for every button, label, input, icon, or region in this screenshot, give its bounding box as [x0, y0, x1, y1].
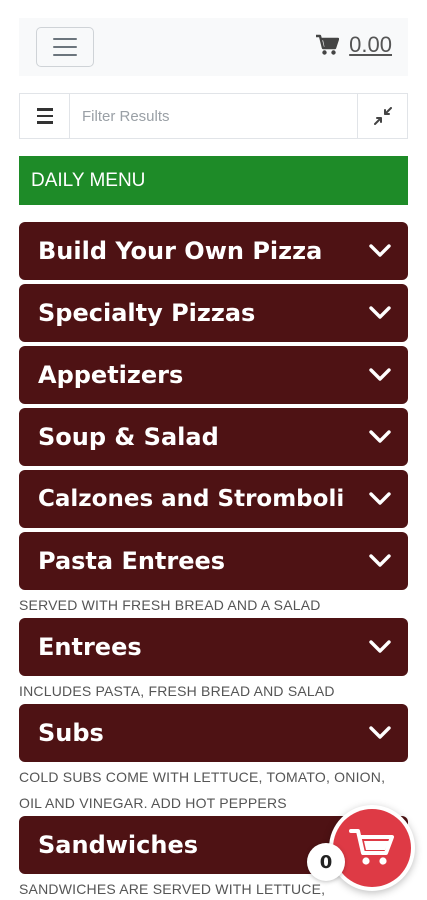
filter-results-input[interactable]	[70, 94, 357, 138]
category-label: Appetizers	[38, 361, 184, 389]
list-icon[interactable]	[20, 94, 70, 138]
category-appetizers[interactable]: Appetizers	[19, 346, 408, 404]
chevron-down-icon	[369, 368, 391, 381]
category-label: Calzones and Stromboli	[38, 486, 345, 512]
cart-total-amount: 0.00	[349, 32, 392, 57]
category-entrees[interactable]: Entrees	[19, 618, 408, 676]
collapse-icon	[373, 107, 392, 125]
category-pasta-entrees[interactable]: Pasta Entrees	[19, 532, 408, 590]
chevron-down-icon	[369, 492, 391, 505]
category-soup-salad[interactable]: Soup & Salad	[19, 408, 408, 466]
floating-cart-circle	[333, 809, 411, 887]
category-label: Pasta Entrees	[38, 547, 226, 575]
chevron-down-icon	[369, 244, 391, 257]
hamburger-icon-line	[53, 54, 77, 56]
category-label: Specialty Pizzas	[38, 299, 256, 327]
category-label: Subs	[38, 719, 104, 747]
chevron-down-icon	[369, 306, 391, 319]
category-label: Sandwiches	[38, 831, 199, 859]
floating-cart-button[interactable]	[329, 805, 415, 891]
category-note: COLD SUBS COME WITH LETTUCE, TOMATO, ONI…	[19, 769, 386, 811]
daily-menu-label: DAILY MENU	[31, 169, 146, 191]
chevron-down-icon	[369, 554, 391, 567]
category-label: Build Your Own Pizza	[38, 237, 323, 265]
hamburger-icon-line	[53, 46, 77, 48]
category-subs[interactable]: Subs	[19, 704, 408, 762]
hamburger-menu-button[interactable]	[36, 27, 94, 67]
cart-count-badge: 0	[307, 843, 345, 881]
category-calzones-stromboli[interactable]: Calzones and Stromboli	[19, 470, 408, 528]
category-label: Entrees	[38, 633, 142, 661]
collapse-all-button[interactable]	[357, 94, 407, 138]
cart-total-link[interactable]: 0.00	[315, 32, 392, 58]
hamburger-icon-line	[53, 38, 77, 40]
daily-menu-header: DAILY MENU	[19, 156, 408, 205]
category-specialty-pizzas[interactable]: Specialty Pizzas	[19, 284, 408, 342]
filter-bar	[19, 93, 408, 139]
top-navbar: 0.00	[19, 18, 408, 76]
category-note: SERVED WITH FRESH BREAD AND A SALAD	[19, 597, 321, 613]
cart-icon	[349, 829, 394, 865]
category-label: Soup & Salad	[38, 423, 219, 451]
category-build-your-own-pizza[interactable]: Build Your Own Pizza	[19, 222, 408, 280]
category-note: INCLUDES PASTA, FRESH BREAD AND SALAD	[19, 683, 335, 699]
cart-icon	[316, 34, 340, 55]
chevron-down-icon	[369, 640, 391, 653]
chevron-down-icon	[369, 430, 391, 443]
chevron-down-icon	[369, 726, 391, 739]
